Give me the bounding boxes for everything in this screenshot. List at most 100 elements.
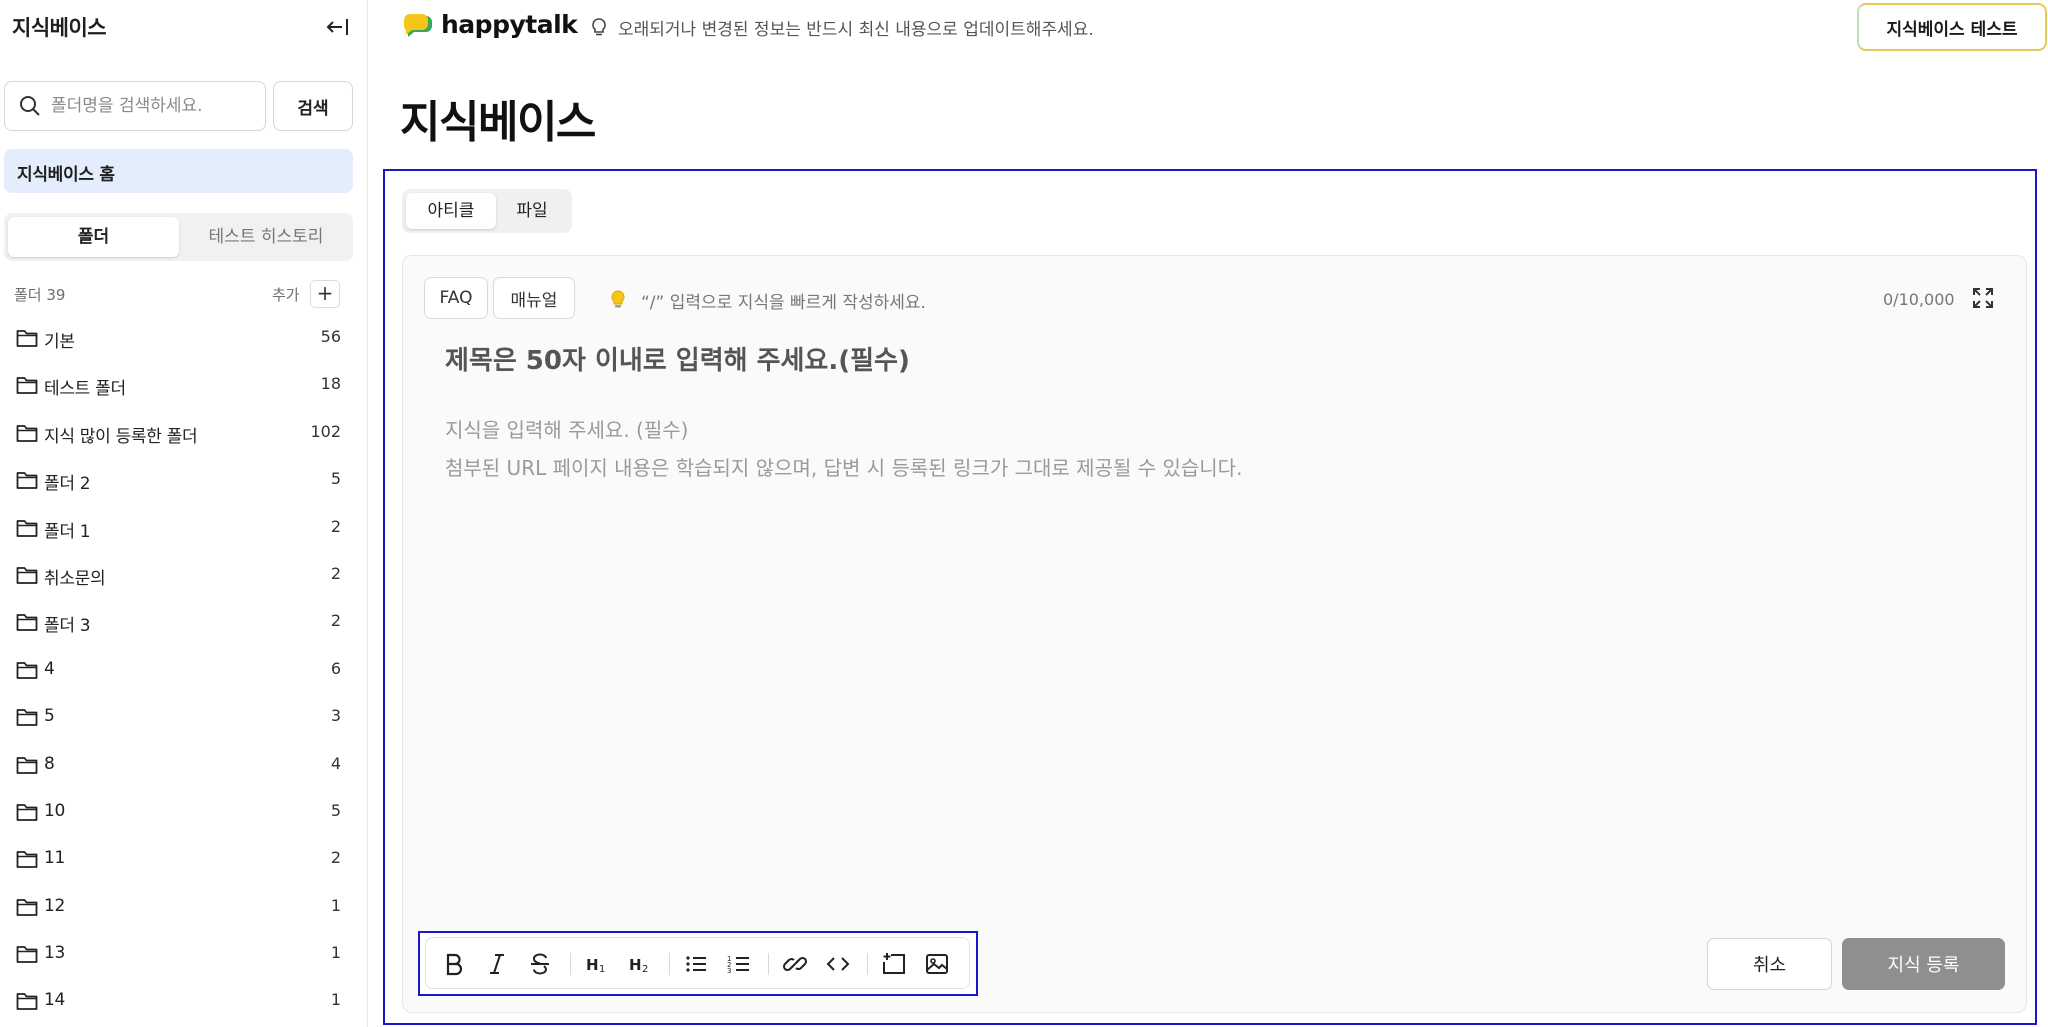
folder-list: 기본 56 테스트 폴더 18 지식 많이 등록한 폴더 102 폴더 2 5 폴더 1 2 취소문… (0, 316, 367, 1027)
folder-item[interactable]: 46 (0, 648, 367, 695)
folder-icon (16, 424, 38, 442)
heading1-icon[interactable]: H 1 (583, 950, 611, 978)
faq-chip[interactable]: FAQ (424, 277, 488, 319)
tab-folders[interactable]: 폴더 (8, 217, 179, 257)
folder-item[interactable]: 테스트 폴더 18 (0, 363, 367, 410)
folder-name: 지식 많이 등록한 폴더 (44, 426, 198, 447)
folder-icon (16, 756, 38, 774)
lightbulb-icon (592, 18, 606, 36)
folder-name: 폴더 3 (44, 616, 91, 637)
svg-text:1: 1 (599, 964, 605, 975)
sidebar-tabs: 폴더 테스트 히스토리 (4, 213, 353, 261)
folder-name: 취소문의 (44, 568, 106, 589)
folder-name: 4 (44, 658, 55, 679)
image-icon[interactable] (923, 950, 951, 978)
manual-chip[interactable]: 매뉴얼 (493, 277, 575, 319)
folder-item[interactable]: 취소문의 2 (0, 553, 367, 600)
folder-icon (16, 851, 38, 869)
folder-name: 11 (44, 848, 66, 869)
folder-icon (16, 472, 38, 490)
folder-item-count: 1 (330, 943, 341, 963)
editor-area: FAQ 매뉴얼 “/” 입력으로 지식을 빠르게 작성하세요. 0/10,000… (402, 255, 2027, 1013)
lightbulb-icon (611, 290, 625, 308)
folder-name: 폴더 1 (44, 521, 91, 542)
folder-item-count: 2 (330, 563, 341, 583)
toolbar-divider (768, 953, 769, 975)
content-type-tabs: 아티클 파일 (402, 189, 572, 233)
expand-icon[interactable] (1971, 286, 1995, 310)
folder-name: 5 (44, 706, 55, 727)
folder-item[interactable]: 14 1 (0, 979, 367, 1026)
collapse-left-icon (326, 19, 348, 35)
body-placeholder-line-2: 첨부된 URL 페이지 내용은 학습되지 않으며, 답변 시 등록된 링크가 그… (445, 456, 1243, 480)
tab-file[interactable]: 파일 (496, 193, 568, 229)
collapse-sidebar-button[interactable] (322, 12, 352, 42)
search-button[interactable]: 검색 (273, 81, 353, 131)
search-icon (20, 96, 40, 116)
folder-item-count: 6 (330, 658, 341, 678)
folder-search-input[interactable] (51, 90, 256, 122)
folder-name: 폴더 2 (44, 474, 91, 495)
numbered-list-icon[interactable]: 1 2 3 (725, 950, 753, 978)
add-folder-button[interactable]: + (310, 280, 340, 308)
folder-icon (16, 614, 38, 632)
folder-item[interactable]: 10 5 (0, 790, 367, 837)
cancel-button[interactable]: 취소 (1707, 938, 1832, 990)
folder-name: 14 (44, 990, 66, 1011)
folder-item-count: 3 (330, 706, 341, 726)
folder-icon (16, 661, 38, 679)
embed-icon[interactable] (880, 950, 908, 978)
folder-item-count: 56 (320, 327, 341, 346)
folder-item[interactable]: 폴더 2 5 (0, 458, 367, 505)
italic-icon[interactable] (483, 950, 511, 978)
folder-name: 8 (44, 753, 55, 774)
folder-icon (16, 377, 38, 395)
folder-item[interactable]: 지식 많이 등록한 폴더 102 (0, 411, 367, 458)
brand-name: happytalk (441, 10, 578, 39)
toolbar-divider (867, 953, 868, 975)
folder-item[interactable]: 11 2 (0, 837, 367, 884)
register-knowledge-button[interactable]: 지식 등록 (1842, 938, 2005, 990)
tab-test-history[interactable]: 테스트 히스토리 (183, 217, 349, 257)
folder-item-count: 1 (330, 990, 341, 1010)
bold-icon[interactable] (440, 950, 468, 978)
folder-item[interactable]: 기본 56 (0, 316, 367, 363)
svg-text:3: 3 (727, 967, 731, 975)
folder-icon (16, 567, 38, 584)
heading2-icon[interactable]: H 2 (626, 950, 654, 978)
folder-icon (16, 709, 38, 727)
folder-item-count: 1 (330, 895, 341, 915)
notice-text: 오래되거나 변경된 정보는 반드시 최신 내용으로 업데이트해주세요. (618, 20, 1094, 40)
happytalk-logo-icon (404, 14, 432, 37)
toolbar-divider (669, 953, 670, 975)
strikethrough-icon[interactable] (526, 950, 554, 978)
knowledge-base-home-link[interactable]: 지식베이스 홈 (4, 149, 353, 193)
hint-text: “/” 입력으로 지식을 빠르게 작성하세요. (641, 293, 926, 313)
tab-article[interactable]: 아티클 (406, 193, 496, 229)
folder-item-count: 2 (330, 848, 341, 868)
link-icon[interactable] (781, 950, 809, 978)
body-placeholder-line-1: 지식을 입력해 주세요. (필수) (445, 418, 689, 442)
folder-item[interactable]: 12 1 (0, 885, 367, 932)
folder-item-count: 4 (330, 753, 341, 773)
svg-text:H: H (586, 956, 599, 974)
character-counter: 0/10,000 (1883, 290, 1955, 309)
folder-search-box (4, 81, 266, 131)
article-body-input[interactable]: 지식을 입력해 주세요. (필수) 첨부된 URL 페이지 내용은 학습되지 않… (445, 411, 1242, 487)
folder-name: 기본 (44, 332, 75, 352)
folder-item[interactable]: 84 (0, 743, 367, 790)
folder-item[interactable]: 폴더 3 2 (0, 600, 367, 647)
page-title: 지식베이스 (400, 97, 596, 148)
folder-item[interactable]: 폴더 1 2 (0, 506, 367, 553)
folder-item-count: 5 (330, 800, 341, 820)
bullet-list-icon[interactable] (682, 950, 710, 978)
folder-icon (16, 330, 38, 347)
folder-item-count: 2 (330, 611, 341, 631)
knowledge-base-test-button[interactable]: 지식베이스 테스트 (1857, 3, 2047, 51)
code-icon[interactable] (824, 950, 852, 978)
folder-item[interactable]: 13 1 (0, 932, 367, 979)
article-title-input[interactable] (445, 346, 1845, 376)
sidebar: 지식베이스 검색 지식베이스 홈 폴더 테스트 히스토리 폴더 39 추가 + … (0, 0, 368, 1027)
folder-item[interactable]: 53 (0, 695, 367, 742)
folder-icon (16, 804, 38, 821)
